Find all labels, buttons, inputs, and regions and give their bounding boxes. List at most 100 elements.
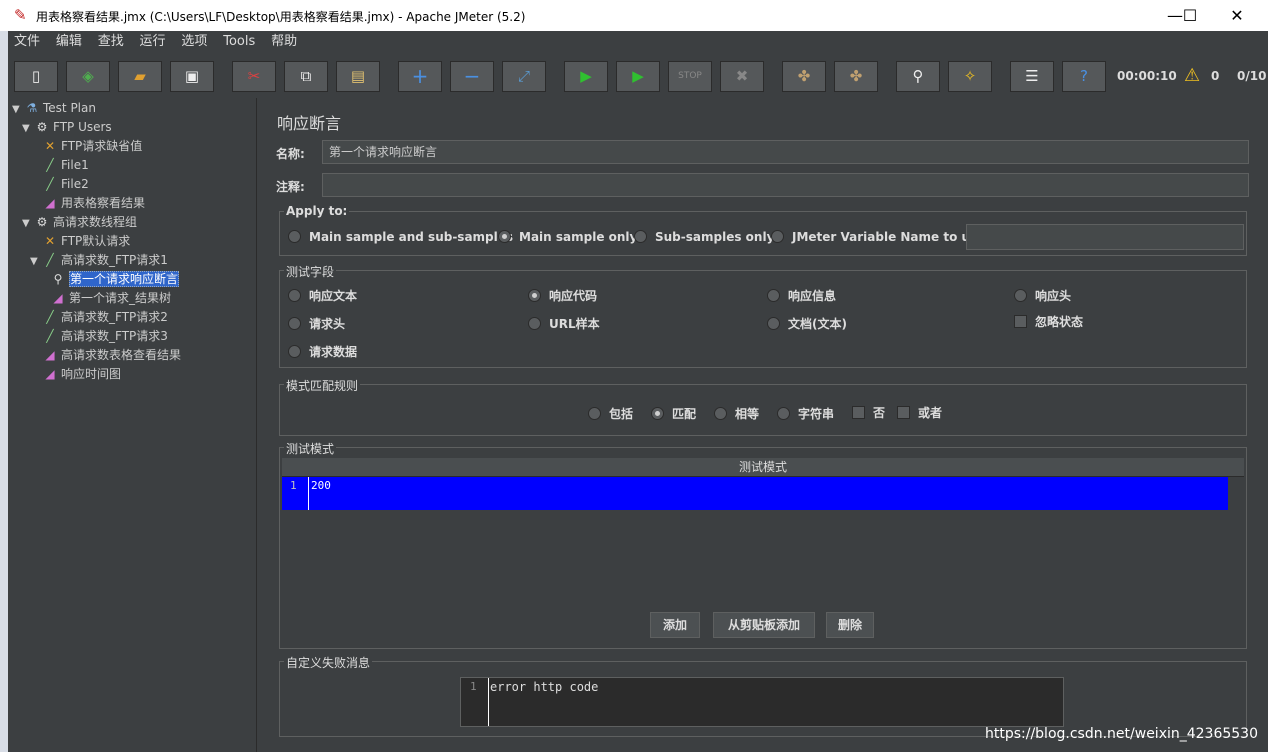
tree-item-thread-group[interactable]: ▼ ⚙ 高请求数线程组 bbox=[22, 213, 137, 232]
radio-main-and-sub[interactable]: Main sample and sub-samples bbox=[288, 229, 513, 245]
start-icon[interactable]: ▶ bbox=[564, 61, 608, 92]
pattern-scrollbar[interactable] bbox=[1228, 477, 1242, 510]
clear-icon[interactable]: ✤ bbox=[782, 61, 826, 92]
tree-item-response-assertion[interactable]: ⚲ 第一个请求响应断言 bbox=[50, 270, 180, 289]
function-helper-icon[interactable]: ☰ bbox=[1010, 61, 1054, 92]
pattern-value[interactable]: 200 bbox=[311, 479, 331, 492]
expand-arrow-icon[interactable]: ▼ bbox=[30, 252, 42, 271]
radio-response-code[interactable]: 响应代码 bbox=[528, 288, 597, 304]
close-button[interactable]: ✕ bbox=[1214, 0, 1260, 31]
tree-item-ftp-request1[interactable]: ▼ ╱ 高请求数_FTP请求1 bbox=[30, 251, 168, 270]
collapse-icon[interactable]: − bbox=[450, 61, 494, 92]
checkbox-box[interactable] bbox=[1014, 315, 1027, 328]
comment-field[interactable] bbox=[322, 173, 1249, 197]
new-icon[interactable]: ▯ bbox=[14, 61, 58, 92]
checkbox-box[interactable] bbox=[852, 406, 865, 419]
add-from-clipboard-button[interactable]: 从剪贴板添加 bbox=[713, 612, 815, 638]
radio-contains[interactable]: 包括 bbox=[588, 406, 633, 422]
ignore-status-checkbox[interactable]: 忽略状态 bbox=[1014, 314, 1083, 330]
pattern-row[interactable]: 1 200 bbox=[282, 477, 1228, 510]
radio-document-text[interactable]: 文档(文本) bbox=[767, 316, 847, 332]
radio-request-data[interactable]: 请求数据 bbox=[288, 344, 357, 360]
radio-dot[interactable] bbox=[1014, 289, 1027, 302]
expand-arrow-icon[interactable]: ▼ bbox=[12, 100, 24, 119]
radio-dot[interactable] bbox=[771, 230, 784, 243]
copy-icon[interactable]: ⧉ bbox=[284, 61, 328, 92]
tree-item-view-table[interactable]: ◢ 用表格察看结果 bbox=[42, 194, 145, 213]
tree-item-file1[interactable]: ╱ File1 bbox=[42, 156, 88, 175]
radio-dot[interactable] bbox=[528, 317, 541, 330]
radio-dot[interactable] bbox=[588, 407, 601, 420]
tree-item-file2[interactable]: ╱ File2 bbox=[42, 175, 88, 194]
or-checkbox[interactable]: 或者 bbox=[897, 405, 942, 421]
tree-item-result-tree[interactable]: ◢ 第一个请求_结果树 bbox=[50, 289, 171, 308]
add-button[interactable]: 添加 bbox=[650, 612, 700, 638]
radio-request-headers[interactable]: 请求头 bbox=[288, 316, 345, 332]
radio-dot-selected[interactable] bbox=[651, 407, 664, 420]
patterns-column-header: 测试模式 bbox=[282, 458, 1244, 477]
checkbox-box[interactable] bbox=[897, 406, 910, 419]
variable-name-input[interactable] bbox=[966, 224, 1244, 250]
menu-options[interactable]: 选项 bbox=[175, 31, 213, 53]
tree-item-table-results[interactable]: ◢ 高请求数表格查看结果 bbox=[42, 346, 181, 365]
radio-dot[interactable] bbox=[767, 289, 780, 302]
radio-dot-selected[interactable] bbox=[498, 230, 511, 243]
delete-button[interactable]: 删除 bbox=[826, 612, 874, 638]
radio-dot[interactable] bbox=[288, 230, 301, 243]
radio-substring[interactable]: 字符串 bbox=[777, 406, 834, 422]
stop-icon[interactable]: STOP bbox=[668, 61, 712, 92]
radio-dot[interactable] bbox=[767, 317, 780, 330]
radio-dot-selected[interactable] bbox=[528, 289, 541, 302]
name-field[interactable]: 第一个请求响应断言 bbox=[322, 140, 1249, 164]
binoculars-search-icon[interactable]: ⚲ bbox=[896, 61, 940, 92]
templates-icon[interactable]: ◈ bbox=[66, 61, 110, 92]
menu-file[interactable]: 文件 bbox=[8, 31, 46, 53]
radio-response-headers[interactable]: 响应头 bbox=[1014, 288, 1071, 304]
radio-url-sampled[interactable]: URL样本 bbox=[528, 316, 600, 332]
radio-response-message[interactable]: 响应信息 bbox=[767, 288, 836, 304]
radio-dot[interactable] bbox=[288, 317, 301, 330]
save-icon[interactable]: ▣ bbox=[170, 61, 214, 92]
start-no-pauses-icon[interactable]: ▶ bbox=[616, 61, 660, 92]
tree-item-ftp-request2[interactable]: ╱ 高请求数_FTP请求2 bbox=[42, 308, 168, 327]
open-icon[interactable]: ▰ bbox=[118, 61, 162, 92]
help-icon[interactable]: ? bbox=[1062, 61, 1106, 92]
menu-tools[interactable]: Tools bbox=[217, 31, 261, 53]
sampler-pipette-icon: ╱ bbox=[46, 158, 54, 172]
cut-icon[interactable]: ✂ bbox=[232, 61, 276, 92]
menu-edit[interactable]: 编辑 bbox=[50, 31, 88, 53]
clear-all-icon[interactable]: ✤ bbox=[834, 61, 878, 92]
tree-item-test-plan[interactable]: ▼ ⚗ Test Plan bbox=[12, 99, 96, 118]
radio-dot[interactable] bbox=[288, 289, 301, 302]
tree-item-response-time-graph[interactable]: ◢ 响应时间图 bbox=[42, 365, 121, 384]
failure-message-editor[interactable]: 1 error http code bbox=[460, 677, 1064, 727]
shutdown-icon[interactable]: ✖ bbox=[720, 61, 764, 92]
tree-item-ftp-default-request[interactable]: ✕ FTP默认请求 bbox=[42, 232, 130, 251]
tree-item-ftp-request3[interactable]: ╱ 高请求数_FTP请求3 bbox=[42, 327, 168, 346]
expand-icon[interactable]: + bbox=[398, 61, 442, 92]
radio-dot[interactable] bbox=[288, 345, 301, 358]
radio-equals[interactable]: 相等 bbox=[714, 406, 759, 422]
not-checkbox[interactable]: 否 bbox=[852, 405, 885, 421]
menu-search[interactable]: 查找 bbox=[92, 31, 130, 53]
tree-item-ftp-defaults[interactable]: ✕ FTP请求缺省值 bbox=[42, 137, 142, 156]
radio-sub-only[interactable]: Sub-samples only bbox=[634, 229, 774, 245]
menu-help[interactable]: 帮助 bbox=[265, 31, 303, 53]
radio-dot[interactable] bbox=[777, 407, 790, 420]
toggle-icon[interactable]: ⤢ bbox=[502, 61, 546, 92]
radio-dot[interactable] bbox=[714, 407, 727, 420]
expand-arrow-icon[interactable]: ▼ bbox=[22, 214, 34, 233]
warning-icon[interactable]: ⚠ bbox=[1184, 65, 1200, 86]
radio-variable-name[interactable]: JMeter Variable Name to use bbox=[771, 229, 985, 245]
tree-item-ftp-users[interactable]: ▼ ⚙ FTP Users bbox=[22, 118, 112, 137]
radio-response-text[interactable]: 响应文本 bbox=[288, 288, 357, 304]
radio-dot[interactable] bbox=[634, 230, 647, 243]
paste-icon[interactable]: ▤ bbox=[336, 61, 380, 92]
radio-matches[interactable]: 匹配 bbox=[651, 406, 696, 422]
radio-main-only[interactable]: Main sample only bbox=[498, 229, 637, 245]
failure-message-text[interactable]: error http code bbox=[490, 680, 598, 694]
expand-arrow-icon[interactable]: ▼ bbox=[22, 119, 34, 138]
maximize-button[interactable]: ☐ bbox=[1167, 0, 1213, 31]
menu-run[interactable]: 运行 bbox=[134, 31, 172, 53]
reset-search-broom-icon[interactable]: ✧ bbox=[948, 61, 992, 92]
